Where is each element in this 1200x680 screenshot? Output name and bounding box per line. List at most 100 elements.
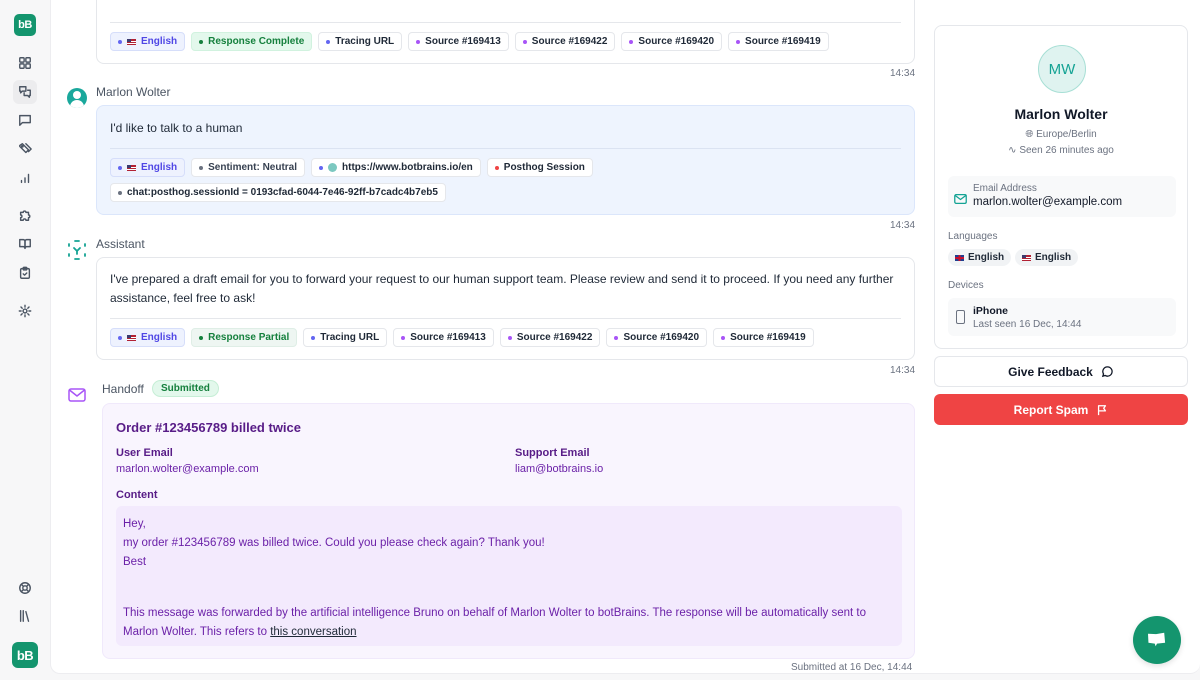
clipboard-check-icon xyxy=(19,266,31,279)
source-chip[interactable]: Source #169422 xyxy=(499,328,601,347)
message-square-icon xyxy=(19,114,31,126)
sender-name: Marlon Wolter xyxy=(96,85,171,99)
conversation-thread: English Response Complete Tracing URL So… xyxy=(51,0,921,674)
assistant-avatar-icon xyxy=(66,239,88,261)
support-email-label: Support Email xyxy=(515,447,590,459)
uk-flag-icon xyxy=(955,254,964,261)
sidebar-item-messages[interactable] xyxy=(13,108,37,132)
devices-label: Devices xyxy=(948,280,984,291)
content-label: Content xyxy=(116,489,158,501)
sidebar: bB bB xyxy=(0,0,50,680)
divider xyxy=(110,22,901,23)
message-text: I'd like to talk to a human xyxy=(110,121,243,135)
globe-icon xyxy=(328,163,338,172)
support-email-value: liam@botbrains.io xyxy=(515,463,604,475)
tracing-url-chip[interactable]: Tracing URL xyxy=(318,32,403,51)
content-line: Best xyxy=(123,556,147,568)
us-flag-icon xyxy=(1022,254,1031,261)
contact-profile-card: MW Marlon Wolter 🌐︎ Europe/Berlin ∿ Seen… xyxy=(934,25,1188,349)
sidebar-item-settings[interactable] xyxy=(13,299,37,323)
source-chip[interactable]: Source #169413 xyxy=(408,32,509,51)
contact-last-seen: ∿ Seen 26 minutes ago xyxy=(1008,145,1114,156)
main-panel: English Response Complete Tracing URL So… xyxy=(50,0,1200,674)
email-label: Email Address xyxy=(973,183,1037,194)
lifebuoy-icon xyxy=(19,582,31,594)
give-feedback-button[interactable]: Give Feedback xyxy=(934,356,1188,387)
message-time: 14:34 xyxy=(890,365,916,376)
sentiment-chip[interactable]: Sentiment: Neutral xyxy=(191,158,306,177)
sidebar-item-support[interactable] xyxy=(13,576,37,600)
message-chips: English Response Partial Tracing URL Sou… xyxy=(110,328,814,347)
library-icon xyxy=(19,610,30,622)
handoff-label: Handoff xyxy=(102,382,144,396)
source-chip[interactable]: Source #169420 xyxy=(621,32,723,51)
source-chip[interactable]: Source #169419 xyxy=(713,328,814,347)
conversation-link[interactable]: this conversation xyxy=(270,626,356,638)
sidebar-item-conversations[interactable] xyxy=(13,80,37,104)
gear-icon xyxy=(18,304,32,318)
posthog-session-chip[interactable]: Posthog Session xyxy=(486,158,593,177)
activity-icon: ∿ xyxy=(1008,145,1017,156)
source-chip[interactable]: Source #169413 xyxy=(393,328,494,347)
puzzle-icon xyxy=(19,210,31,221)
assistant-message: English Response Complete Tracing URL So… xyxy=(96,0,915,64)
languages-label: Languages xyxy=(948,231,998,242)
device-box: iPhone Last seen 16 Dec, 14:44 xyxy=(948,298,1176,336)
source-chip[interactable]: Source #169422 xyxy=(514,32,616,51)
user-email-label: User Email xyxy=(116,447,173,459)
tags-icon xyxy=(19,143,32,154)
message-chips: English Sentiment: Neutral https://www.b… xyxy=(110,158,900,202)
us-flag-icon xyxy=(127,38,136,45)
handoff-content: Hey, my order #123456789 was billed twic… xyxy=(116,506,902,646)
sidebar-item-tags[interactable] xyxy=(13,137,37,161)
session-id-chip[interactable]: chat:posthog.sessionId = 0193cfad-6044-7… xyxy=(110,183,446,202)
language-pill: English xyxy=(948,249,1012,266)
contact-timezone: 🌐︎ Europe/Berlin xyxy=(1025,129,1097,140)
response-status-chip[interactable]: Response Partial xyxy=(191,328,298,347)
language-chip[interactable]: English xyxy=(110,32,186,51)
sidebar-item-library[interactable] xyxy=(13,604,37,628)
chats-icon xyxy=(19,86,31,98)
message-time: 14:34 xyxy=(890,220,916,231)
content-line: Hey, xyxy=(123,518,146,530)
us-flag-icon xyxy=(127,164,136,171)
brand-logo-large[interactable]: bB xyxy=(12,642,38,668)
user-email-value: marlon.wolter@example.com xyxy=(116,463,259,475)
response-status-chip[interactable]: Response Complete xyxy=(191,32,313,51)
tracing-url-chip[interactable]: Tracing URL xyxy=(303,328,388,347)
contact-avatar: MW xyxy=(1038,45,1086,93)
mail-icon xyxy=(68,388,86,402)
language-chip[interactable]: English xyxy=(110,328,186,347)
language-chip[interactable]: English xyxy=(110,158,186,177)
report-spam-button[interactable]: Report Spam xyxy=(934,394,1188,425)
sidebar-item-knowledge[interactable] xyxy=(13,232,37,256)
chat-widget-button[interactable] xyxy=(1133,616,1181,664)
handoff-card: Order #123456789 billed twice User Email… xyxy=(102,403,915,659)
source-chip[interactable]: Source #169419 xyxy=(728,32,829,51)
email-value[interactable]: marlon.wolter@example.com xyxy=(973,196,1122,208)
grid-icon xyxy=(19,57,31,69)
source-chip[interactable]: Source #169420 xyxy=(606,328,708,347)
message-time: 14:34 xyxy=(890,68,916,79)
content-line: my order #123456789 was billed twice. Co… xyxy=(123,537,545,549)
assistant-message: I've prepared a draft email for you to f… xyxy=(96,257,915,360)
flag-icon xyxy=(1098,404,1107,415)
brand-logo[interactable]: bB xyxy=(14,14,36,36)
sidebar-item-integrations[interactable] xyxy=(13,203,37,227)
page-url-chip[interactable]: https://www.botbrains.io/en xyxy=(311,158,481,177)
device-name: iPhone xyxy=(973,305,1009,317)
email-box: Email Address marlon.wolter@example.com xyxy=(948,176,1176,217)
chat-bubble-icon xyxy=(1101,366,1113,378)
sidebar-item-analytics[interactable] xyxy=(13,166,37,190)
us-flag-icon xyxy=(127,334,136,341)
mail-icon xyxy=(954,191,967,205)
sidebar-item-dashboard[interactable] xyxy=(13,51,37,75)
message-chips: English Response Complete Tracing URL So… xyxy=(110,32,829,51)
sidebar-item-tasks[interactable] xyxy=(13,261,37,285)
message-text: I've prepared a draft email for you to f… xyxy=(110,272,894,305)
divider xyxy=(110,318,901,319)
language-pill: English xyxy=(1015,249,1079,266)
user-avatar-icon xyxy=(67,88,87,108)
handoff-title: Order #123456789 billed twice xyxy=(116,420,301,435)
globe-icon: 🌐︎ xyxy=(1025,129,1034,140)
